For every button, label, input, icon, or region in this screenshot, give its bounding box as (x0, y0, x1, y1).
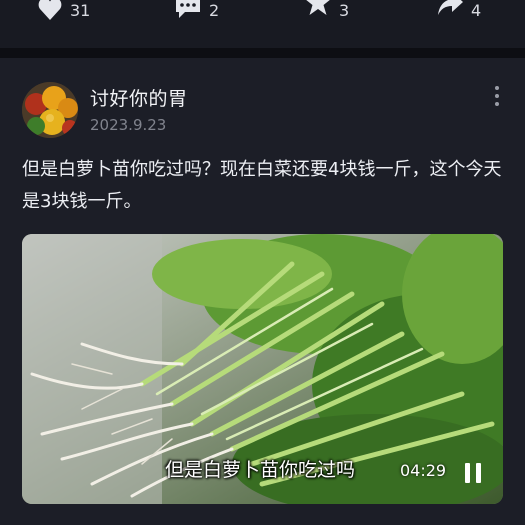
post-card: 讨好你的胃 2023.9.23 但是白萝卜苗你吃过吗？现在白菜还要4块钱一斤，这… (0, 58, 525, 525)
section-divider (0, 48, 525, 58)
more-vertical-icon (495, 86, 499, 90)
post-text: 但是白萝卜苗你吃过吗？现在白菜还要4块钱一斤，这个今天是3块钱一斤。 (22, 159, 502, 212)
like-button[interactable]: 31 (38, 0, 90, 20)
post-date: 2023.9.23 (90, 116, 167, 134)
post-action-bar: 31 2 3 4 (0, 0, 525, 48)
more-options-button[interactable] (488, 84, 506, 108)
video-subtitle: 但是白萝卜苗你吃过吗 (164, 459, 355, 481)
avatar[interactable] (22, 82, 78, 138)
comment-button[interactable]: 2 (175, 0, 219, 20)
favorite-count: 3 (339, 0, 350, 20)
share-arrow-icon (438, 0, 463, 15)
like-count: 31 (70, 0, 91, 20)
favorite-button[interactable]: 3 (305, 0, 349, 20)
video-player[interactable]: 但是白萝卜苗你吃过吗 04:29 (22, 234, 503, 504)
comment-bubble-icon (176, 0, 200, 18)
video-duration: 04:29 (400, 461, 447, 480)
share-button[interactable]: 4 (437, 0, 481, 20)
star-icon (306, 0, 330, 15)
pause-icon[interactable] (465, 463, 481, 483)
comment-count: 2 (209, 0, 220, 20)
heart-icon (38, 0, 62, 20)
author-name[interactable]: 讨好你的胃 (90, 84, 188, 111)
share-count: 4 (471, 0, 482, 20)
